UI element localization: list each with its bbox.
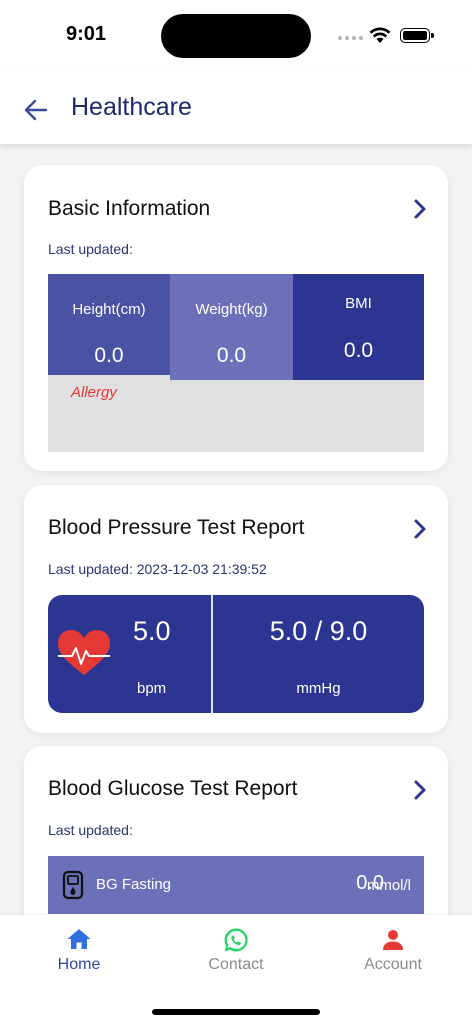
heart-rate-value: 5.0 [133, 616, 171, 646]
nav-home-label: Home [57, 956, 101, 973]
status-bar: 9:01 [0, 0, 472, 72]
bg-fasting-row: BG Fasting 0.0 mmol/l [48, 856, 424, 914]
last-updated-text: Last updated: [48, 822, 133, 838]
nav-home[interactable]: Home [19, 915, 139, 995]
nav-contact[interactable]: Contact [176, 915, 296, 995]
nav-contact-label: Contact [208, 956, 264, 973]
dynamic-island [161, 14, 311, 58]
card-title: Blood Glucose Test Report [48, 777, 298, 800]
chevron-right-icon[interactable] [408, 778, 432, 802]
nav-account-label: Account [364, 956, 422, 973]
status-time: 9:01 [66, 23, 107, 45]
card-title: Blood Pressure Test Report [48, 516, 305, 539]
basic-metrics-grid: Height(cm) 0.0 Weight(kg) 0.0 BMI 0.0 Al… [48, 274, 424, 452]
signal-icon [338, 36, 363, 40]
height-cell: Height(cm) 0.0 [48, 274, 170, 375]
bg-fasting-label: BG Fasting [96, 876, 172, 893]
last-updated-text: Last updated: [48, 241, 133, 257]
chevron-right-icon[interactable] [408, 517, 432, 541]
bottom-nav: Home Contact Account [0, 915, 472, 1024]
home-icon[interactable] [66, 927, 92, 951]
heart-rate-unit: bpm [137, 680, 167, 697]
heart-rate-icon [58, 630, 110, 675]
blood-pressure-panel: 5.0 bpm 5.0 / 9.0 mmHg [48, 595, 424, 713]
whatsapp-icon[interactable] [223, 927, 249, 953]
weight-label: Weight(kg) [195, 301, 268, 318]
bmi-value: 0.0 [343, 339, 374, 362]
height-value: 0.0 [94, 344, 124, 367]
blood-pressure-card[interactable]: Blood Pressure Test Report Last updated:… [24, 485, 448, 733]
pressure-value: 5.0 / 9.0 [269, 616, 368, 646]
wifi-icon [369, 27, 391, 43]
chevron-right-icon[interactable] [408, 197, 432, 221]
last-updated-text: Last updated: 2023-12-03 21:39:52 [48, 561, 267, 577]
weight-value: 0.0 [216, 344, 247, 367]
weight-cell: Weight(kg) 0.0 [170, 274, 293, 380]
bmi-label: BMI [345, 295, 372, 312]
person-icon[interactable] [381, 928, 405, 952]
back-arrow-icon[interactable] [22, 96, 50, 124]
home-indicator [152, 1009, 320, 1015]
allergy-label: Allergy [71, 384, 117, 401]
app-header: Healthcare [0, 72, 472, 144]
pressure-unit: mmHg [296, 680, 341, 697]
nav-account[interactable]: Account [333, 915, 453, 995]
bg-fasting-unit: mmol/l [366, 877, 411, 894]
card-title: Basic Information [48, 197, 211, 220]
basic-information-card[interactable]: Basic Information Last updated: Height(c… [24, 165, 448, 471]
glucose-meter-icon [62, 870, 84, 900]
page-title: Healthcare [71, 93, 192, 121]
battery-icon [400, 28, 434, 43]
height-label: Height(cm) [72, 301, 146, 318]
bmi-cell: BMI 0.0 [293, 274, 424, 380]
